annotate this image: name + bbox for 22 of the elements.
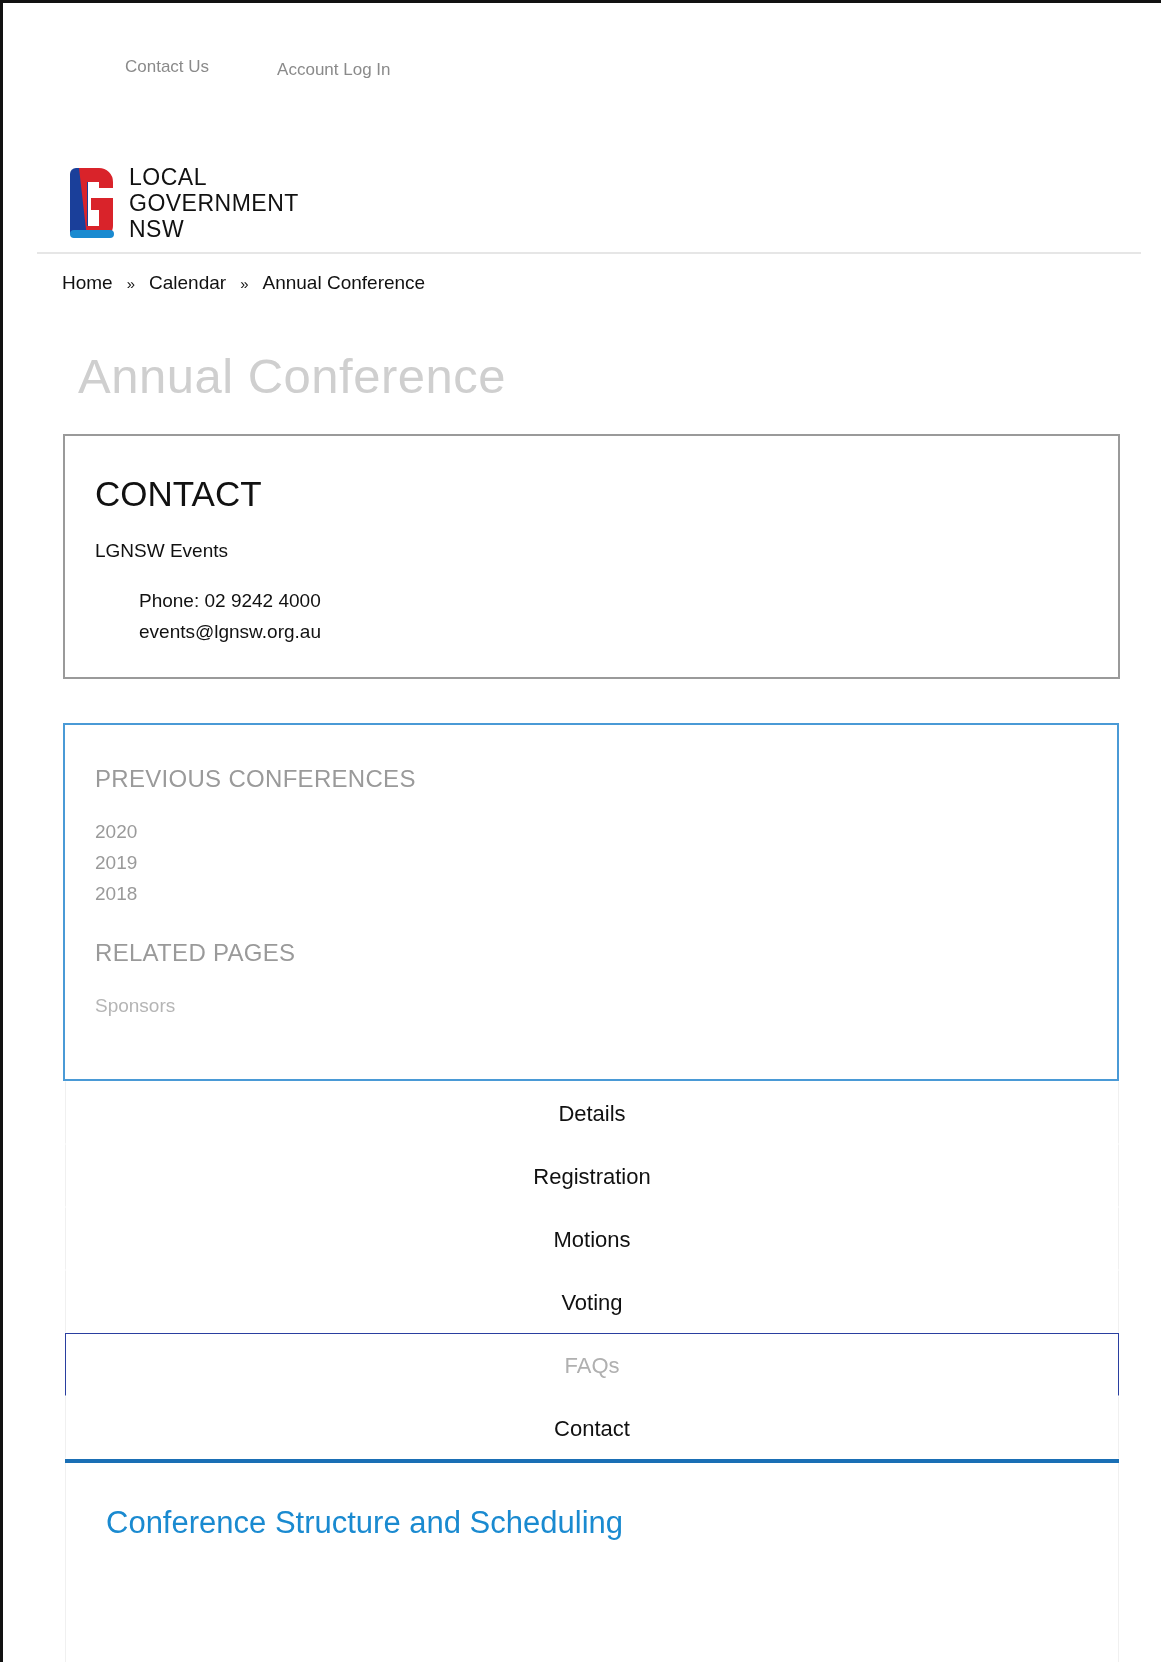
- breadcrumb-separator: »: [240, 275, 249, 292]
- breadcrumb-link[interactable]: Calendar: [149, 272, 227, 294]
- logo-icon: [69, 166, 115, 240]
- tab[interactable]: Contact: [65, 1396, 1119, 1459]
- section-heading: RELATED PAGES: [95, 939, 297, 967]
- section-heading: PREVIOUS CONFERENCES: [95, 765, 417, 793]
- logo-text: NSW: [129, 216, 186, 242]
- email-address: events@lgnsw.org.au: [139, 621, 322, 643]
- logo-text: GOVERNMENT: [129, 190, 299, 216]
- header-link[interactable]: Contact Us: [125, 57, 210, 103]
- content-heading: Conference Structure and Scheduling: [106, 1505, 624, 1541]
- tab[interactable]: Motions: [65, 1207, 1119, 1270]
- tab[interactable]: Details: [65, 1081, 1119, 1144]
- breadcrumb-link[interactable]: Annual Conference: [262, 272, 426, 294]
- breadcrumb-separator: »: [126, 275, 136, 292]
- breadcrumb-link[interactable]: Home: [62, 272, 113, 294]
- logo-text: LOCAL: [129, 164, 208, 190]
- contact-heading: CONTACT: [95, 474, 263, 514]
- tab[interactable]: Registration: [65, 1144, 1119, 1207]
- phone-number: Phone: 02 9242 4000: [139, 590, 322, 612]
- contact-name: LGNSW Events: [95, 540, 230, 562]
- tab[interactable]: Voting: [65, 1270, 1119, 1333]
